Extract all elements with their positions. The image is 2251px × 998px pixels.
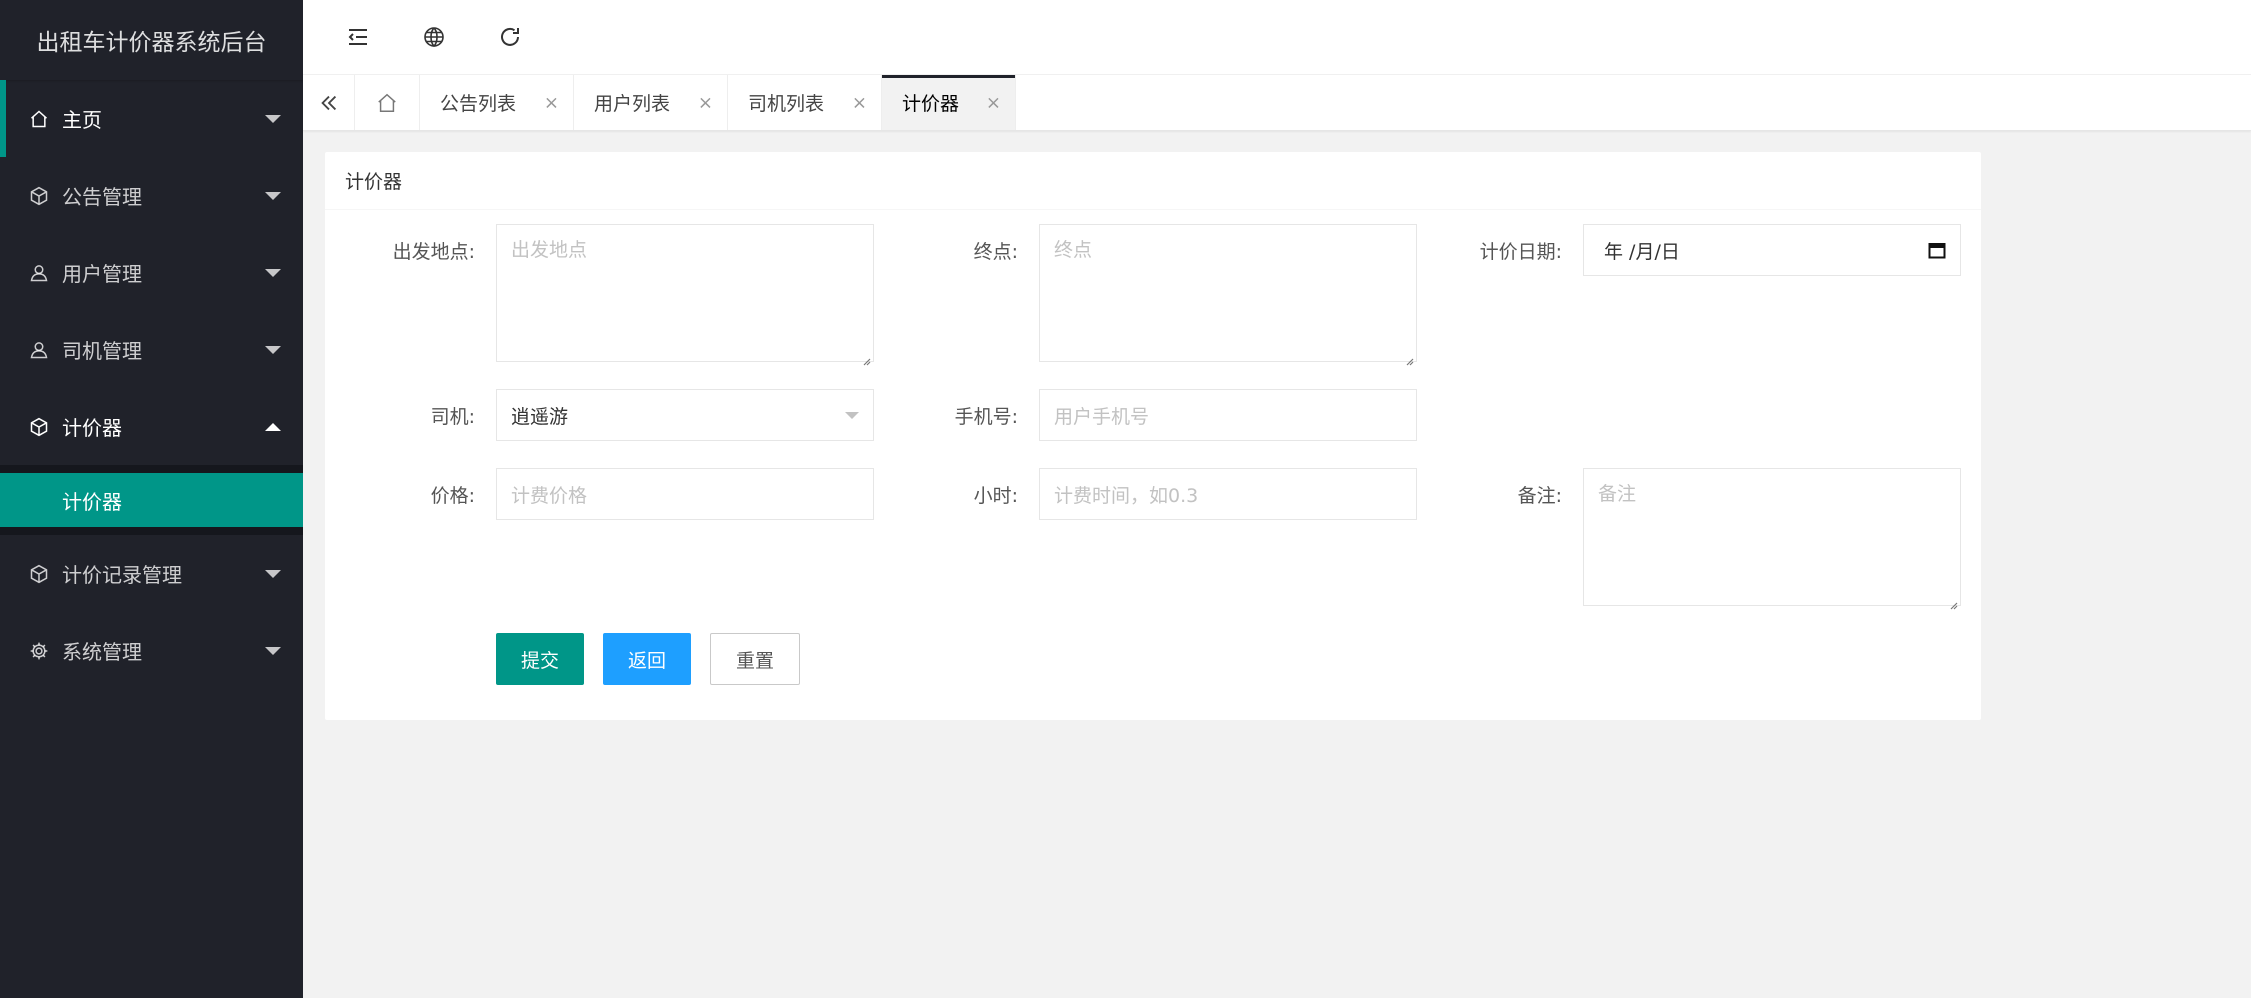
chevron-down-icon [265, 646, 281, 655]
chevron-up-icon [265, 422, 281, 431]
user-icon [28, 262, 50, 284]
phone-label: 手机号: [954, 406, 1018, 428]
sidebar: 出租车计价器系统后台 主页 公告管理 用户管理 司机管理 计价器 计价器 计价记… [0, 0, 303, 998]
price-input[interactable]: 计费价格 [496, 468, 874, 520]
app-title: 出租车计价器系统后台 [0, 0, 303, 80]
tab-label: 司机列表 [748, 93, 825, 115]
globe-icon[interactable] [419, 22, 449, 52]
sidebar-item-users[interactable]: 用户管理 [0, 234, 303, 311]
phone-input[interactable]: 用户手机号 [1039, 389, 1417, 441]
date-label: 计价日期: [1479, 241, 1562, 263]
start-placeholder: 出发地点 [511, 239, 588, 261]
home-icon [28, 108, 50, 130]
card-title: 计价器 [325, 152, 1981, 210]
sidebar-submenu: 计价器 [0, 465, 303, 535]
close-icon[interactable]: × [986, 92, 1001, 113]
price-placeholder: 计费价格 [511, 484, 588, 507]
tab-label: 计价器 [902, 93, 960, 115]
chevron-down-icon [845, 412, 859, 419]
end-textarea[interactable]: 终点 [1039, 224, 1417, 366]
chevron-down-icon [265, 268, 281, 277]
sidebar-item-label: 公告管理 [62, 185, 142, 209]
chevron-down-icon [265, 345, 281, 354]
cube-icon [28, 416, 50, 438]
driver-value: 逍遥游 [511, 405, 569, 428]
tab-user-list[interactable]: 用户列表 × [574, 75, 728, 130]
start-textarea[interactable]: 出发地点 [496, 224, 874, 366]
sidebar-item-drivers[interactable]: 司机管理 [0, 311, 303, 388]
resize-grip-icon[interactable] [861, 349, 871, 366]
remark-textarea[interactable]: 备注 [1583, 468, 1961, 610]
resize-grip-icon[interactable] [1948, 593, 1958, 610]
phone-placeholder: 用户手机号 [1054, 405, 1150, 428]
back-button[interactable]: 返回 [603, 633, 691, 685]
price-label: 价格: [430, 485, 475, 507]
sidebar-item-label: 司机管理 [62, 339, 142, 363]
meter-form-card: 计价器 出发地点: 出发地点 终点: 终点 计价日期: 年 /月/日 司机: 逍… [325, 152, 1981, 720]
cube-icon [28, 563, 50, 585]
tab-driver-list[interactable]: 司机列表 × [728, 75, 882, 130]
date-value: 年 /月/日 [1604, 240, 1680, 263]
tab-label: 用户列表 [594, 93, 671, 115]
remark-placeholder: 备注 [1598, 483, 1637, 505]
sidebar-item-label: 计价记录管理 [62, 563, 182, 587]
sidebar-item-records[interactable]: 计价记录管理 [0, 535, 303, 612]
chevron-down-icon [265, 569, 281, 578]
resize-grip-icon[interactable] [1404, 349, 1414, 366]
tab-home[interactable] [355, 75, 420, 130]
reset-button[interactable]: 重置 [710, 633, 800, 685]
start-label: 出发地点: [392, 241, 475, 263]
sidebar-item-label: 用户管理 [62, 262, 142, 286]
chevron-down-icon [265, 114, 281, 123]
close-icon[interactable]: × [544, 92, 559, 113]
remark-label: 备注: [1517, 485, 1562, 507]
sidebar-subitem-meter[interactable]: 计价器 [0, 473, 303, 527]
end-label: 终点: [973, 241, 1018, 263]
refresh-icon[interactable] [495, 22, 525, 52]
tab-meter[interactable]: 计价器 × [882, 75, 1016, 130]
tab-announcement-list[interactable]: 公告列表 × [420, 75, 574, 130]
tab-bar: 公告列表 × 用户列表 × 司机列表 × 计价器 × [303, 75, 2251, 131]
chevron-down-icon [265, 191, 281, 200]
close-icon[interactable]: × [852, 92, 867, 113]
sidebar-item-label: 主页 [62, 108, 102, 132]
sidebar-item-announcements[interactable]: 公告管理 [0, 157, 303, 234]
cube-icon [28, 185, 50, 207]
end-placeholder: 终点 [1054, 239, 1093, 261]
gear-icon [28, 640, 50, 662]
double-chevron-left-icon[interactable] [303, 75, 355, 130]
close-icon[interactable]: × [698, 92, 713, 113]
user-icon [28, 339, 50, 361]
submit-button[interactable]: 提交 [496, 633, 584, 685]
menu-fold-icon[interactable] [343, 22, 373, 52]
hours-placeholder: 计费时间，如0.3 [1054, 484, 1199, 507]
tab-label: 公告列表 [440, 93, 517, 115]
hours-label: 小时: [973, 485, 1018, 507]
calendar-icon[interactable] [1928, 241, 1946, 259]
top-header [303, 0, 2251, 75]
sidebar-item-system[interactable]: 系统管理 [0, 612, 303, 689]
date-input[interactable]: 年 /月/日 [1583, 224, 1961, 276]
sidebar-item-meter[interactable]: 计价器 [0, 388, 303, 465]
sidebar-item-label: 计价器 [62, 416, 122, 440]
sidebar-item-label: 系统管理 [62, 640, 142, 664]
home-icon [376, 92, 398, 114]
driver-label: 司机: [430, 406, 475, 428]
sidebar-item-home[interactable]: 主页 [0, 80, 303, 157]
hours-input[interactable]: 计费时间，如0.3 [1039, 468, 1417, 520]
driver-select[interactable]: 逍遥游 [496, 389, 874, 441]
